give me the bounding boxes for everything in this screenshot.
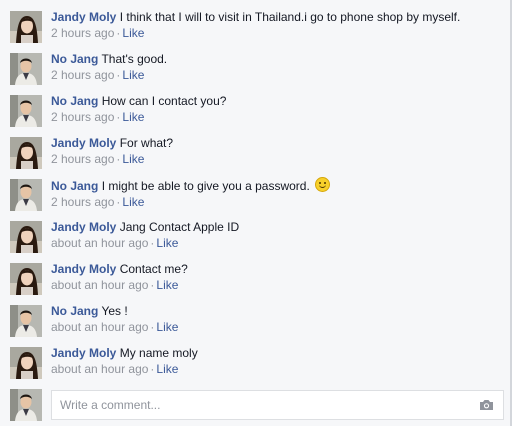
like-link[interactable]: Like <box>122 68 144 82</box>
comment-text: That's good. <box>101 52 168 66</box>
comment-author[interactable]: No Jang <box>51 304 98 318</box>
comment-text: How can I contact you? <box>101 94 227 108</box>
like-link[interactable]: Like <box>122 152 144 166</box>
comment-author[interactable]: Jandy Moly <box>51 262 116 276</box>
comment-author[interactable]: Jandy Moly <box>51 136 116 150</box>
comment-timestamp[interactable]: 2 hours ago <box>51 68 114 82</box>
comment-author[interactable]: Jandy Moly <box>51 346 116 360</box>
comment: No Jang Yes ! about an hour ago · Like <box>10 304 505 339</box>
comment-text: Contact me? <box>119 262 188 276</box>
like-link[interactable]: Like <box>122 110 144 124</box>
comment-timestamp[interactable]: about an hour ago <box>51 362 148 376</box>
female-avatar[interactable] <box>10 221 42 253</box>
comment-timestamp[interactable]: about an hour ago <box>51 236 148 250</box>
comment-author[interactable]: Jandy Moly <box>51 10 116 24</box>
comment: Jandy Moly My name moly about an hour ag… <box>10 346 505 381</box>
male-avatar[interactable] <box>10 179 42 211</box>
like-link[interactable]: Like <box>122 26 144 40</box>
comment-author[interactable]: No Jang <box>51 52 98 66</box>
comment-input-box[interactable] <box>51 390 504 420</box>
comment-timestamp[interactable]: 2 hours ago <box>51 26 114 40</box>
female-avatar[interactable] <box>10 347 42 379</box>
like-link[interactable]: Like <box>156 278 178 292</box>
comment-author[interactable]: No Jang <box>51 179 98 193</box>
comment: Jandy Moly I think that I will to visit … <box>10 10 505 45</box>
smile-emoji-icon <box>315 177 331 192</box>
comment: Jandy Moly Contact me? about an hour ago… <box>10 262 505 297</box>
like-link[interactable]: Like <box>156 236 178 250</box>
male-avatar[interactable] <box>10 95 42 127</box>
comment: No Jang How can I contact you? 2 hours a… <box>10 94 505 129</box>
comment-input[interactable] <box>52 391 460 419</box>
comment-author[interactable]: Jandy Moly <box>51 220 116 234</box>
male-avatar[interactable] <box>10 53 42 85</box>
like-link[interactable]: Like <box>156 320 178 334</box>
comment-text: Yes ! <box>101 304 128 318</box>
comment-text: Jang Contact Apple ID <box>119 220 240 234</box>
comment: Jandy Moly For what? 2 hours ago · Like <box>10 136 505 171</box>
comment-text: My name moly <box>119 346 198 360</box>
comment-timestamp[interactable]: 2 hours ago <box>51 152 114 166</box>
comment-author[interactable]: No Jang <box>51 94 98 108</box>
comment-timestamp[interactable]: 2 hours ago <box>51 195 114 209</box>
comment-text: I might be able to give you a password. <box>101 179 310 193</box>
comment-composer <box>10 389 505 423</box>
comment: Jandy Moly Jang Contact Apple ID about a… <box>10 220 505 255</box>
like-link[interactable]: Like <box>156 362 178 376</box>
comment: No Jang I might be able to give you a pa… <box>10 177 505 213</box>
female-avatar[interactable] <box>10 137 42 169</box>
female-avatar[interactable] <box>10 11 42 43</box>
like-link[interactable]: Like <box>122 195 144 209</box>
comment-timestamp[interactable]: about an hour ago <box>51 320 148 334</box>
comment-timestamp[interactable]: about an hour ago <box>51 278 148 292</box>
comment: No Jang That's good. 2 hours ago · Like <box>10 52 505 87</box>
male-avatar <box>10 389 42 421</box>
male-avatar[interactable] <box>10 305 42 337</box>
comment-text: For what? <box>119 136 174 150</box>
female-avatar[interactable] <box>10 263 42 295</box>
comment-text: I think that I will to visit in Thailand… <box>119 10 461 24</box>
camera-icon[interactable] <box>479 399 494 411</box>
comment-timestamp[interactable]: 2 hours ago <box>51 110 114 124</box>
